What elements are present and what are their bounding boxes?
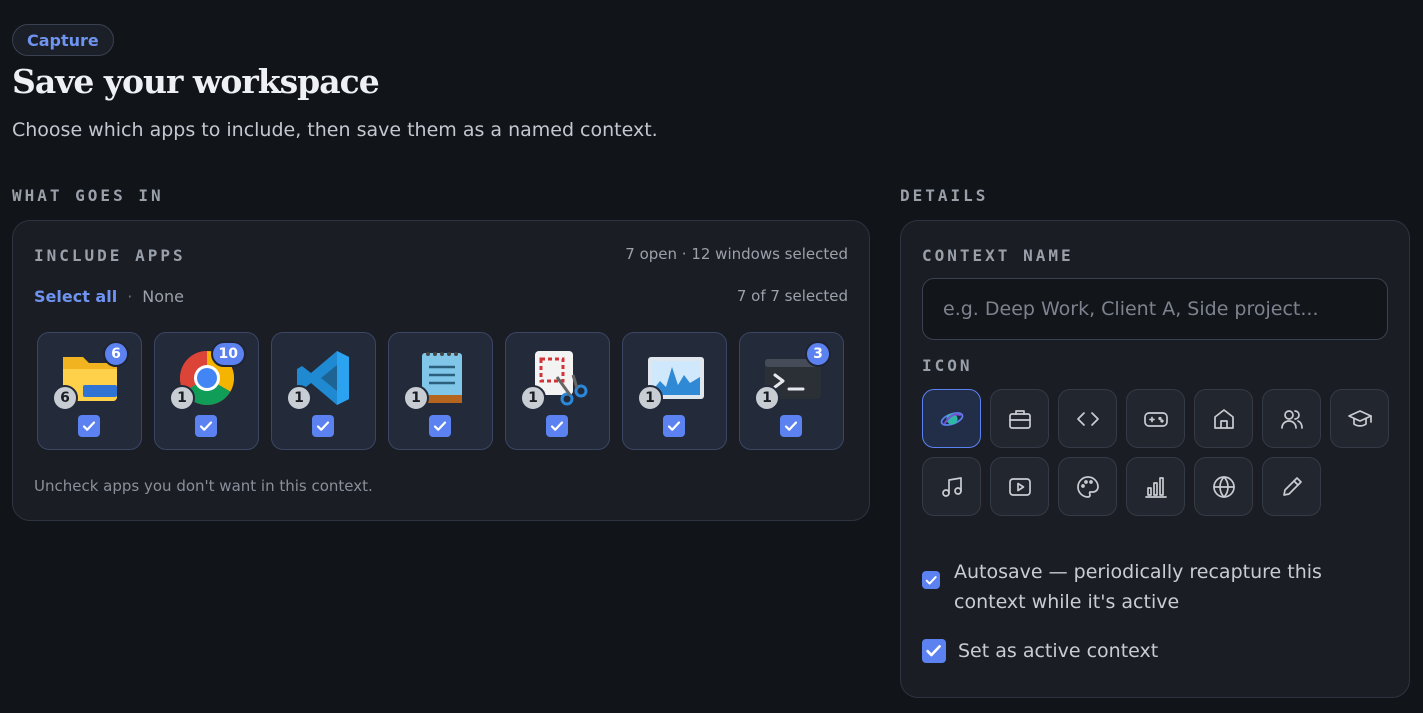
icon-label: ICON [922,356,973,375]
windows-badge: 10 [210,341,246,367]
briefcase-icon [1008,409,1031,429]
include-checkbox[interactable] [195,415,217,437]
graduation-cap-icon [1347,409,1372,427]
home-icon [1213,408,1234,429]
windows-badge: 6 [103,341,129,367]
checkmark-icon [316,421,330,431]
checkmark-icon [433,421,447,431]
include-checkbox[interactable] [663,415,685,437]
context-name-input[interactable] [922,278,1388,340]
app-tile-notepad[interactable]: 1 [388,332,493,450]
autosave-checkbox[interactable] [922,571,940,589]
app-tile-vscode[interactable]: 1 [271,332,376,450]
icon-option-gamepad[interactable] [1126,389,1185,448]
include-checkbox[interactable] [312,415,334,437]
music-icon [941,476,962,497]
icon-picker [922,389,1392,516]
active-context-label: Set as active context [958,640,1159,662]
include-checkbox[interactable] [429,415,451,437]
windows-badge: 3 [805,341,831,367]
instances-badge: 1 [520,385,546,411]
checkmark-icon [550,421,564,431]
swirl-icon [940,411,963,426]
include-hint: Uncheck apps you don't want in this cont… [34,477,373,495]
code-icon [1076,411,1099,426]
include-checkbox[interactable] [780,415,802,437]
selection-separator: · [127,287,133,306]
app-tile-resource-monitor[interactable]: 1 [622,332,727,450]
autosave-option[interactable]: Autosave — periodically recapture this c… [922,557,1392,617]
instances-badge: 1 [286,385,312,411]
checkmark-icon [199,421,213,431]
active-context-checkbox[interactable] [922,639,946,663]
checkmark-icon [925,575,937,585]
users-icon [1280,409,1303,429]
checkmark-icon [784,421,798,431]
checkmark-icon [667,421,681,431]
instances-badge: 1 [637,385,663,411]
palette-icon [1076,475,1099,498]
app-tile-terminal[interactable]: 3 1 [739,332,844,450]
autosave-label: Autosave — periodically recapture this c… [954,561,1322,613]
capture-pill: Capture [12,24,114,56]
instances-badge: 6 [52,385,78,411]
section-label-details: DETAILS [900,186,989,205]
icon-option-briefcase[interactable] [990,389,1049,448]
include-checkbox[interactable] [546,415,568,437]
icon-option-music[interactable] [922,457,981,516]
icon-option-palette[interactable] [1058,457,1117,516]
icon-option-play[interactable] [990,457,1049,516]
gamepad-icon [1143,411,1168,427]
play-icon [1008,477,1031,496]
icon-option-globe[interactable] [1194,457,1253,516]
page-subtitle: Choose which apps to include, then save … [12,119,658,141]
section-label-what-goes-in: WHAT GOES IN [12,186,164,205]
selected-count: 7 of 7 selected [736,287,848,305]
instances-badge: 1 [754,385,780,411]
select-all-link[interactable]: Select all [34,287,117,306]
app-list: 6 6 10 1 1 1 1 1 3 1 [37,332,844,450]
checkmark-icon [82,421,96,431]
include-apps-card: INCLUDE APPS 7 open · 12 windows selecte… [12,220,870,521]
context-name-label: CONTEXT NAME [922,246,1074,265]
app-tile-file-explorer[interactable]: 6 6 [37,332,142,450]
icon-option-home[interactable] [1194,389,1253,448]
icon-option-users[interactable] [1262,389,1321,448]
active-context-option[interactable]: Set as active context [922,636,1158,666]
pencil-icon [1282,476,1302,496]
details-card: CONTEXT NAME ICON [900,220,1410,698]
page-title: Save your workspace [12,62,380,101]
checkmark-icon [926,645,942,657]
icon-option-bar-chart[interactable] [1126,457,1185,516]
include-checkbox[interactable] [78,415,100,437]
bar-chart-icon [1144,476,1167,498]
icon-option-code[interactable] [1058,389,1117,448]
include-apps-label: INCLUDE APPS [34,246,186,265]
icon-option-graduation-cap[interactable] [1330,389,1389,448]
globe-icon [1212,475,1235,498]
instances-badge: 1 [169,385,195,411]
include-summary: 7 open · 12 windows selected [625,245,848,263]
selection-controls: Select all · None [34,287,184,306]
app-tile-chrome[interactable]: 10 1 [154,332,259,450]
app-tile-snipping-tool[interactable]: 1 [505,332,610,450]
instances-badge: 1 [403,385,429,411]
icon-option-swirl[interactable] [922,389,981,448]
select-none-link[interactable]: None [142,287,184,306]
icon-option-pencil[interactable] [1262,457,1321,516]
